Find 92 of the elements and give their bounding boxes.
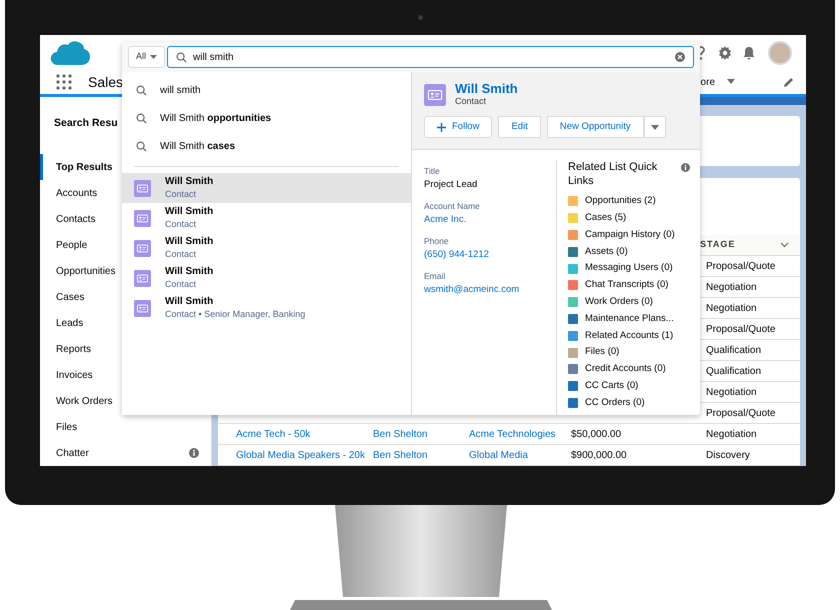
scope-select[interactable]: All bbox=[128, 46, 165, 68]
field-label: Phone bbox=[424, 235, 450, 248]
sidebar-item[interactable]: Files bbox=[40, 414, 211, 440]
sidebar-item[interactable]: Chatter bbox=[40, 440, 211, 466]
caret-icon[interactable] bbox=[727, 79, 735, 85]
owner-link[interactable]: Ben Shelton bbox=[373, 428, 428, 440]
column-header[interactable]: STAGE bbox=[700, 238, 780, 252]
result-name: Will Smith bbox=[165, 206, 214, 218]
result-name: Will Smith bbox=[165, 176, 214, 188]
related-list-link[interactable]: Files (0) bbox=[585, 345, 620, 360]
search-field[interactable]: will smith bbox=[167, 46, 694, 68]
stage-cell-text: Negotiation bbox=[706, 280, 757, 294]
owner-link[interactable]: Ben Shelton bbox=[373, 450, 428, 460]
search-icon bbox=[136, 84, 147, 96]
result-name: Will Smith bbox=[165, 296, 214, 308]
stage-cell-text: Discovery bbox=[706, 448, 750, 462]
search-suggestion[interactable]: Will Smith cases bbox=[122, 132, 411, 160]
related-list-link[interactable]: Assets (0) bbox=[585, 244, 628, 259]
related-list-link[interactable]: Maintenance Plans... bbox=[585, 312, 674, 326]
more-actions-button[interactable] bbox=[644, 116, 666, 138]
search-suggestion[interactable]: Will Smith opportunities bbox=[122, 104, 411, 132]
contact-card-icon bbox=[134, 300, 151, 316]
field-link[interactable]: (650) 944-1212 bbox=[424, 248, 556, 262]
related-list-link[interactable]: CC Carts (0) bbox=[585, 379, 638, 394]
more-tab[interactable]: ore bbox=[700, 74, 715, 90]
search-suggestion[interactable]: will smith bbox=[122, 76, 411, 104]
stage-cell-text: Negotiation bbox=[706, 386, 757, 400]
search-result[interactable]: Will Smith Contact bbox=[122, 173, 411, 203]
stage-cell-text: Proposal/Quote bbox=[706, 406, 776, 420]
plus-icon bbox=[437, 122, 446, 132]
field-link[interactable]: wsmith@acmeinc.com bbox=[424, 283, 556, 297]
related-list-link[interactable]: Opportunities (2) bbox=[585, 194, 656, 209]
bell-icon[interactable] bbox=[742, 46, 756, 60]
contact-name-link[interactable]: Will Smith bbox=[455, 82, 518, 95]
field-label: Account Name bbox=[424, 200, 481, 213]
related-list-link[interactable]: Work Orders (0) bbox=[585, 295, 653, 310]
related-list-link[interactable]: Cases (5) bbox=[585, 211, 626, 226]
stage-cell-text: Proposal/Quote bbox=[706, 322, 776, 336]
action-button[interactable]: Follow bbox=[424, 116, 492, 138]
stage-cell-text: Negotiation bbox=[706, 428, 757, 442]
amount-cell: $50,000.00 bbox=[571, 428, 622, 440]
search-icon bbox=[136, 140, 147, 152]
sidebar-title: Search Resu bbox=[54, 116, 118, 131]
info-icon[interactable] bbox=[189, 448, 199, 458]
action-button[interactable]: Edit bbox=[498, 116, 541, 138]
related-list-link[interactable]: Messaging Users (0) bbox=[585, 261, 673, 276]
record-type: Contact bbox=[455, 95, 488, 108]
contact-card-icon bbox=[134, 180, 151, 196]
stage-cell-text: Qualification bbox=[706, 344, 762, 358]
stage-cell-text: Negotiation bbox=[706, 302, 757, 316]
result-subtitle: Contact bbox=[165, 218, 198, 230]
field-label: Title bbox=[424, 165, 441, 178]
contact-card-icon bbox=[134, 240, 151, 256]
result-subtitle: Contact bbox=[165, 278, 198, 290]
caret-icon bbox=[650, 124, 659, 130]
caret-icon bbox=[150, 54, 157, 60]
account-link[interactable]: Global Media bbox=[469, 450, 528, 460]
contact-card-icon bbox=[134, 210, 151, 226]
opportunity-link[interactable]: Acme Tech - 50k bbox=[236, 428, 310, 440]
action-button[interactable]: New Opportunity bbox=[546, 116, 644, 138]
field-value: Project Lead bbox=[424, 178, 478, 192]
pencil-icon[interactable] bbox=[783, 76, 794, 88]
contact-card-icon bbox=[424, 84, 446, 106]
result-subtitle: Contact • Senior Manager, Banking bbox=[165, 308, 306, 320]
result-subtitle: Contact bbox=[165, 188, 198, 200]
amount-cell: $900,000.00 bbox=[571, 450, 627, 460]
contact-card-icon bbox=[134, 270, 151, 286]
related-list-link[interactable]: Related Accounts (1) bbox=[585, 328, 674, 343]
search-icon bbox=[136, 112, 147, 124]
search-icon bbox=[176, 52, 187, 62]
opportunity-link[interactable]: Global Media Speakers - 20k bbox=[236, 450, 365, 460]
result-name: Will Smith bbox=[165, 236, 214, 248]
stage-cell-text: Qualification bbox=[706, 364, 762, 378]
result-name: Will Smith bbox=[165, 266, 214, 278]
app-launcher-icon[interactable] bbox=[56, 74, 72, 90]
related-list-link[interactable]: Campaign History (0) bbox=[585, 228, 675, 242]
related-list-link[interactable]: Chat Transcripts (0) bbox=[585, 278, 668, 292]
chevron-icon[interactable] bbox=[780, 242, 789, 248]
field-label: Email bbox=[424, 270, 446, 283]
cloud-logo-icon bbox=[50, 38, 92, 66]
settings-icon[interactable] bbox=[718, 46, 732, 60]
camera-icon bbox=[418, 15, 422, 20]
result-subtitle: Contact bbox=[165, 248, 198, 260]
clear-icon[interactable] bbox=[675, 52, 685, 62]
stage-cell-text: Proposal/Quote bbox=[706, 260, 776, 274]
field-link[interactable]: Acme Inc. bbox=[424, 213, 556, 227]
info-icon[interactable] bbox=[681, 163, 690, 172]
account-link[interactable]: Acme Technologies bbox=[469, 428, 556, 440]
related-list-link[interactable]: CC Orders (0) bbox=[585, 396, 645, 410]
related-links-title: Related List Quick Links bbox=[568, 160, 658, 188]
related-list-link[interactable]: Credit Accounts (0) bbox=[585, 362, 666, 376]
app-name: Sales bbox=[88, 72, 124, 92]
